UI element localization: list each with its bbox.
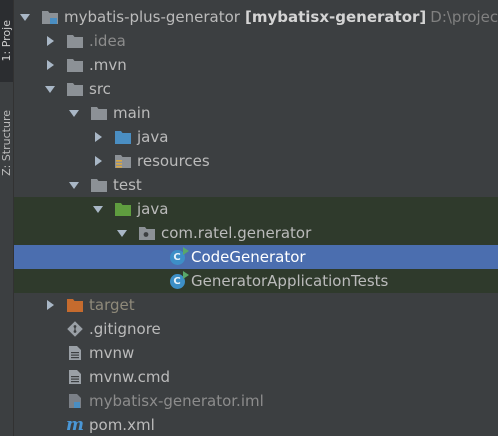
- module-file-icon: [66, 392, 84, 410]
- resources-folder-icon: [114, 152, 132, 170]
- chevron-right-icon[interactable]: [43, 58, 57, 72]
- folder-icon: [66, 56, 84, 74]
- java-class-icon: C: [168, 246, 189, 266]
- package-label: com.ratel.generator: [161, 224, 312, 242]
- app-tests-label: GeneratorApplicationTests: [191, 272, 389, 290]
- chevron-down-icon[interactable]: [67, 106, 81, 120]
- main-label: main: [113, 104, 151, 122]
- iml-label: mybatisx-generator.iml: [89, 392, 264, 410]
- chevron-right-icon[interactable]: [43, 298, 57, 312]
- test-folder-icon: [114, 200, 132, 218]
- package-icon: [138, 224, 156, 242]
- left-tool-strip: 1: Proje Z: Structure: [0, 0, 14, 436]
- chevron-down-icon[interactable]: [18, 10, 32, 24]
- tree-row-app-tests[interactable]: C GeneratorApplicationTests: [14, 269, 498, 293]
- project-tool-window: 1: Proje Z: Structure mybatis-plus-gener…: [0, 0, 498, 436]
- tree-row-mvnw-cmd[interactable]: mvnw.cmd: [14, 365, 498, 389]
- chevron-right-icon[interactable]: [91, 154, 105, 168]
- structure-tab-label: Z: Structure: [0, 110, 13, 176]
- folder-icon: [90, 104, 108, 122]
- test-label: test: [113, 176, 142, 194]
- mvn-label: .mvn: [89, 56, 127, 74]
- chevron-right-icon[interactable]: [91, 130, 105, 144]
- tree-row-mvnw[interactable]: mvnw: [14, 341, 498, 365]
- excluded-folder-icon: [66, 296, 84, 314]
- tree-row-main[interactable]: main: [14, 101, 498, 125]
- idea-label: .idea: [89, 32, 126, 50]
- pom-label: pom.xml: [89, 416, 155, 434]
- tree-row-root[interactable]: mybatis-plus-generator [mybatisx-generat…: [14, 5, 498, 29]
- chevron-down-icon[interactable]: [91, 202, 105, 216]
- tree-row-test-java[interactable]: java: [14, 197, 498, 221]
- text-file-icon: [66, 344, 84, 362]
- mvnw-label: mvnw: [89, 344, 135, 362]
- java-class-icon: C: [168, 270, 189, 290]
- project-tree: mybatis-plus-generator [mybatisx-generat…: [14, 5, 498, 436]
- chevron-down-icon[interactable]: [67, 178, 81, 192]
- chevron-down-icon[interactable]: [115, 226, 129, 240]
- tree-row-mvn[interactable]: .mvn: [14, 53, 498, 77]
- tree-row-src[interactable]: src: [14, 77, 498, 101]
- src-label: src: [89, 80, 111, 98]
- gitignore-label: .gitignore: [89, 320, 161, 338]
- project-tab[interactable]: 1: Proje: [0, 0, 13, 82]
- tree-row-target[interactable]: target: [14, 293, 498, 317]
- project-tab-label: 1: Proje: [0, 20, 13, 62]
- mvnw-cmd-label: mvnw.cmd: [89, 368, 171, 386]
- folder-icon: [66, 32, 84, 50]
- tree-row-test[interactable]: test: [14, 173, 498, 197]
- root-path: D:\projec: [430, 8, 498, 26]
- chevron-down-icon[interactable]: [43, 82, 57, 96]
- target-label: target: [89, 296, 135, 314]
- root-module: [mybatisx-generator]: [244, 8, 427, 26]
- maven-icon: m: [66, 414, 84, 435]
- chevron-right-icon[interactable]: [43, 34, 57, 48]
- tree-row-package[interactable]: com.ratel.generator: [14, 221, 498, 245]
- source-folder-icon: [114, 128, 132, 146]
- tree-row-resources[interactable]: resources: [14, 149, 498, 173]
- tree-row-iml[interactable]: mybatisx-generator.iml: [14, 389, 498, 413]
- folder-icon: [66, 80, 84, 98]
- tree-row-main-java[interactable]: java: [14, 125, 498, 149]
- git-icon: [66, 320, 84, 338]
- tree-row-code-generator[interactable]: C CodeGenerator: [14, 245, 498, 269]
- test-java-label: java: [137, 200, 169, 218]
- folder-icon: [90, 176, 108, 194]
- text-file-icon: [66, 368, 84, 386]
- tree-row-pom[interactable]: m pom.xml: [14, 413, 498, 436]
- root-name: mybatis-plus-generator: [64, 8, 240, 26]
- code-generator-label: CodeGenerator: [191, 248, 306, 266]
- resources-label: resources: [137, 152, 210, 170]
- tree-row-gitignore[interactable]: .gitignore: [14, 317, 498, 341]
- tree-row-idea[interactable]: .idea: [14, 29, 498, 53]
- structure-tab[interactable]: Z: Structure: [0, 88, 13, 198]
- main-java-label: java: [137, 128, 169, 146]
- module-folder-icon: [41, 8, 59, 26]
